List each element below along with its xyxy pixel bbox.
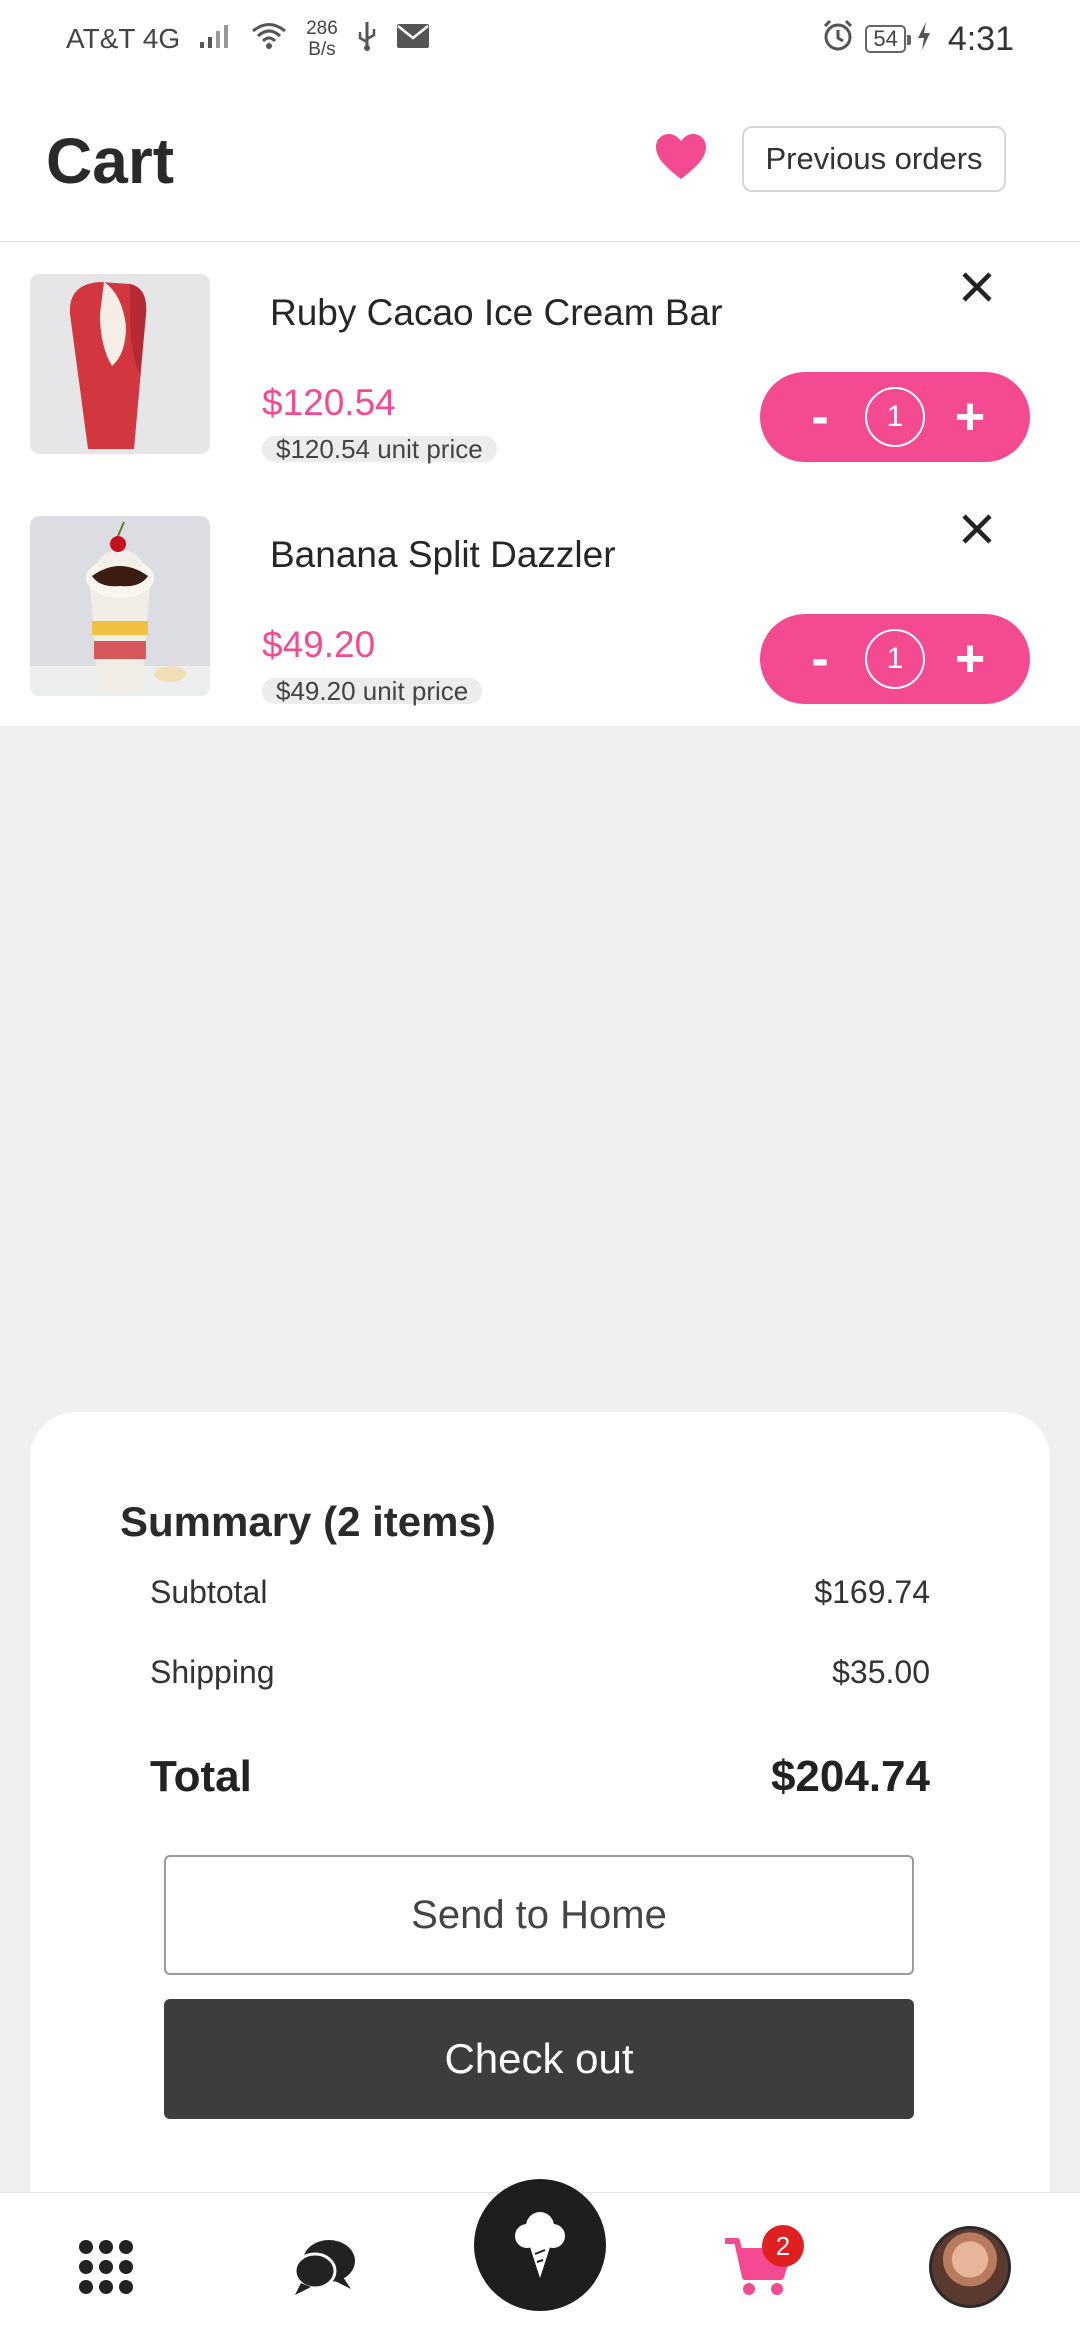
wifi-icon bbox=[250, 21, 288, 58]
ice-cream-icon bbox=[515, 2212, 565, 2278]
subtotal-value: $169.74 bbox=[814, 1574, 930, 1610]
quantity-stepper: - 1 + bbox=[760, 372, 1030, 462]
status-left: AT&T 4G 286 B/s bbox=[66, 18, 430, 60]
nav-chat-button[interactable] bbox=[264, 2193, 384, 2340]
increase-quantity-button[interactable]: + bbox=[950, 633, 990, 685]
cart-item: Banana Split Dazzler $49.20 $49.20 unit … bbox=[0, 484, 1080, 726]
nav-cart-button[interactable]: 2 bbox=[698, 2193, 818, 2340]
order-summary-card: Summary (2 items) Subtotal $169.74 Shipp… bbox=[30, 1412, 1050, 2202]
shipping-label: Shipping bbox=[150, 1654, 275, 1690]
alarm-icon bbox=[821, 19, 855, 60]
shipping-value: $35.00 bbox=[832, 1654, 930, 1690]
product-name: Ruby Cacao Ice Cream Bar bbox=[270, 292, 723, 333]
product-price: $49.20 bbox=[262, 624, 376, 665]
heart-icon bbox=[656, 134, 706, 179]
cart-item-list: Ruby Cacao Ice Cream Bar $120.54 $120.54… bbox=[0, 242, 1080, 726]
page-title: Cart bbox=[46, 125, 175, 197]
network-speed: 286 B/s bbox=[306, 18, 338, 60]
shipping-row: Shipping $35.00 bbox=[150, 1654, 930, 1691]
net-speed-unit: B/s bbox=[308, 39, 336, 60]
send-to-home-button[interactable]: Send to Home bbox=[164, 1855, 914, 1975]
close-icon bbox=[962, 272, 992, 302]
nav-profile-button[interactable] bbox=[910, 2193, 1030, 2340]
grid-menu-icon bbox=[79, 2240, 133, 2294]
favorites-button[interactable] bbox=[652, 128, 710, 186]
status-right: 54 4:31 bbox=[821, 0, 1014, 78]
remove-item-button[interactable] bbox=[954, 506, 1000, 552]
cart-count-badge: 2 bbox=[762, 2225, 804, 2267]
bottom-navigation: 2 bbox=[0, 2179, 1080, 2340]
cart-item: Ruby Cacao Ice Cream Bar $120.54 $120.54… bbox=[0, 242, 1080, 484]
mail-icon bbox=[396, 23, 430, 56]
page-header: Cart Previous orders bbox=[0, 78, 1080, 242]
subtotal-row: Subtotal $169.74 bbox=[150, 1574, 930, 1611]
remove-item-button[interactable] bbox=[954, 264, 1000, 310]
product-name: Banana Split Dazzler bbox=[270, 534, 616, 575]
cart-screen: AT&T 4G 286 B/s 54 4:31 Cart Previous or… bbox=[0, 0, 1080, 2340]
decrease-quantity-button[interactable]: - bbox=[800, 633, 840, 685]
quantity-stepper: - 1 + bbox=[760, 614, 1030, 704]
nav-home-button[interactable] bbox=[474, 2179, 606, 2311]
quantity-value: 1 bbox=[865, 387, 925, 447]
charging-icon bbox=[916, 21, 932, 58]
increase-quantity-button[interactable]: + bbox=[950, 391, 990, 443]
total-row: Total $204.74 bbox=[150, 1752, 930, 1802]
total-label: Total bbox=[150, 1752, 252, 1801]
close-icon bbox=[962, 514, 992, 544]
quantity-value: 1 bbox=[865, 629, 925, 689]
chat-icon bbox=[293, 2240, 355, 2295]
unit-price: $49.20 unit price bbox=[262, 678, 483, 704]
status-bar: AT&T 4G 286 B/s 54 4:31 bbox=[0, 0, 1080, 78]
summary-title: Summary (2 items) bbox=[120, 1498, 496, 1545]
previous-orders-button[interactable]: Previous orders bbox=[742, 126, 1006, 192]
profile-avatar bbox=[929, 2226, 1011, 2308]
net-speed-value: 286 bbox=[306, 18, 338, 39]
product-image bbox=[30, 274, 210, 454]
total-value: $204.74 bbox=[770, 1752, 930, 1801]
clock: 4:31 bbox=[947, 19, 1014, 58]
usb-icon bbox=[356, 20, 378, 59]
nav-menu-button[interactable] bbox=[46, 2193, 166, 2340]
checkout-button[interactable]: Check out bbox=[164, 1999, 914, 2119]
product-image bbox=[30, 516, 210, 696]
unit-price: $120.54 unit price bbox=[262, 436, 497, 462]
subtotal-label: Subtotal bbox=[150, 1574, 268, 1610]
battery-indicator: 54 bbox=[865, 25, 912, 53]
signal-icon bbox=[198, 22, 232, 57]
carrier-label: AT&T 4G bbox=[66, 23, 181, 54]
decrease-quantity-button[interactable]: - bbox=[800, 391, 840, 443]
product-price: $120.54 bbox=[262, 382, 396, 423]
